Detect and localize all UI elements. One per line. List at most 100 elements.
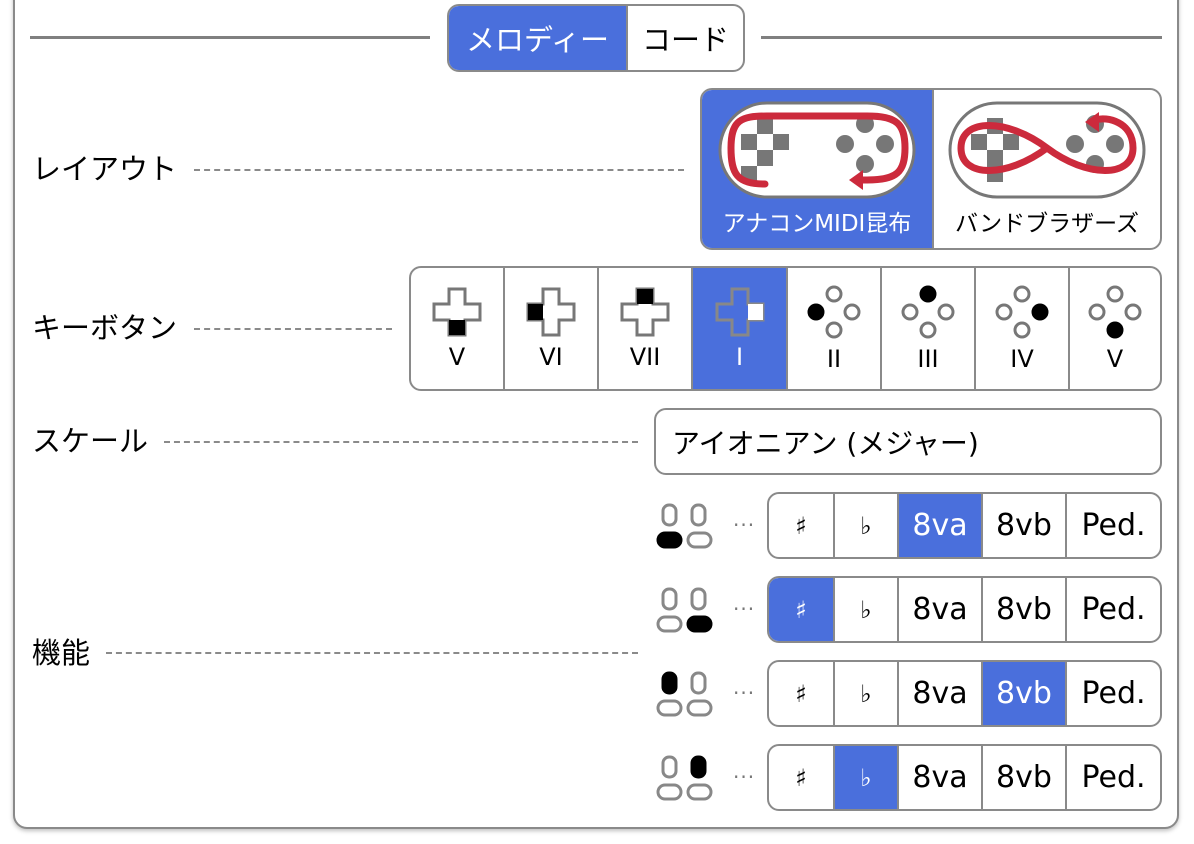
layout-selector: アナコンMIDI昆布 バンドブラザーズ <box>700 88 1162 250</box>
scale-select[interactable]: アイオニアン (メジャー) <box>654 408 1162 475</box>
function-sharp-button[interactable]: ♯ <box>769 662 835 725</box>
function-row-separator: ··· <box>733 513 756 537</box>
function-sharp-button[interactable]: ♯ <box>769 578 835 641</box>
function-8va-button[interactable]: 8va <box>899 578 983 641</box>
function-8va-button[interactable]: 8va <box>899 662 983 725</box>
shoulder-bottom-left-icon <box>656 503 713 549</box>
function-row-leader <box>106 652 638 654</box>
function-flat-button[interactable]: ♭ <box>835 578 899 641</box>
function-flat-label: ♭ <box>860 511 872 540</box>
key-button-label: III <box>917 344 939 373</box>
dpad-down-icon <box>432 287 482 336</box>
function-ped-label: Ped. <box>1081 508 1146 543</box>
layout-option-anacon-label: アナコンMIDI昆布 <box>722 211 912 237</box>
shoulder-bottom-right-icon <box>656 587 713 633</box>
function-flat-button[interactable]: ♭ <box>835 662 899 725</box>
function-8vb-button[interactable]: 8vb <box>983 662 1067 725</box>
key-button-face-bottom[interactable]: V <box>1070 268 1160 389</box>
function-ped-label: Ped. <box>1081 760 1146 795</box>
tab-melody[interactable]: メロディー <box>449 6 628 70</box>
function-8vb-label: 8vb <box>996 760 1052 795</box>
function-sharp-label: ♯ <box>795 679 807 708</box>
function-flat-label: ♭ <box>860 595 872 624</box>
function-8va-label: 8va <box>912 508 968 543</box>
key-button-label: VII <box>629 342 661 371</box>
keybutton-row-leader <box>194 328 392 330</box>
dpad-left-icon <box>526 287 576 336</box>
key-button-dpad-down[interactable]: V <box>411 268 505 389</box>
keybutton-row-label: キーボタン <box>32 311 178 345</box>
function-sharp-label: ♯ <box>795 511 807 540</box>
function-selector-2: ♯ ♭ 8va 8vb Ped. <box>767 576 1162 643</box>
function-selector-4: ♯ ♭ 8va 8vb Ped. <box>767 744 1162 811</box>
face-top-icon <box>901 285 955 338</box>
function-8va-label: 8va <box>912 760 968 795</box>
function-ped-button[interactable]: Ped. <box>1067 494 1160 557</box>
key-button-face-left[interactable]: II <box>788 268 882 389</box>
function-8vb-button[interactable]: 8vb <box>983 494 1067 557</box>
key-button-label: VI <box>539 342 563 371</box>
function-8vb-button[interactable]: 8vb <box>983 746 1067 809</box>
function-selector-1: ♯ ♭ 8va 8vb Ped. <box>767 492 1162 559</box>
layout-option-bandbros[interactable]: バンドブラザーズ <box>934 90 1160 248</box>
function-8va-button[interactable]: 8va <box>899 494 983 557</box>
dpad-right-icon <box>715 287 764 336</box>
function-flat-label: ♭ <box>860 679 872 708</box>
function-sharp-label: ♯ <box>795 595 807 624</box>
layout-row-label: レイアウト <box>32 152 178 186</box>
function-flat-button[interactable]: ♭ <box>835 494 899 557</box>
key-button-dpad-up[interactable]: VII <box>599 268 693 389</box>
function-row-separator: ··· <box>733 681 756 705</box>
tab-melody-label: メロディー <box>466 23 609 57</box>
face-right-icon <box>995 285 1049 338</box>
gamepad-loop-icon <box>718 101 916 199</box>
mode-tabs: メロディー コード <box>447 4 745 72</box>
scale-row-label: スケール <box>32 424 149 458</box>
function-8va-label: 8va <box>912 592 968 627</box>
key-button-label: II <box>826 344 842 373</box>
key-button-selector: V VI VII I II III IV V <box>409 266 1162 391</box>
gamepad-figure8-icon <box>948 101 1146 199</box>
key-button-dpad-right[interactable]: I <box>693 268 788 389</box>
header-divider-left <box>30 36 430 39</box>
key-button-face-top[interactable]: III <box>882 268 976 389</box>
dpad-up-icon <box>620 287 670 336</box>
scale-select-value: アイオニアン (メジャー) <box>672 426 979 460</box>
function-sharp-button[interactable]: ♯ <box>769 746 835 809</box>
function-row-separator: ··· <box>733 765 756 789</box>
layout-option-bandbros-label: バンドブラザーズ <box>955 211 1139 237</box>
function-8vb-label: 8vb <box>996 676 1052 711</box>
function-flat-label: ♭ <box>860 763 872 792</box>
function-8va-label: 8va <box>912 676 968 711</box>
function-ped-label: Ped. <box>1081 592 1146 627</box>
function-ped-button[interactable]: Ped. <box>1067 662 1160 725</box>
layout-option-anacon[interactable]: アナコンMIDI昆布 <box>702 90 934 248</box>
function-8vb-label: 8vb <box>996 508 1052 543</box>
tab-chord-label: コード <box>641 23 729 57</box>
tab-chord[interactable]: コード <box>628 6 743 70</box>
layout-row-leader <box>194 169 684 171</box>
key-button-label: IV <box>1010 344 1034 373</box>
scale-row-leader <box>164 441 638 443</box>
header-divider-right <box>761 36 1162 39</box>
key-button-label: V <box>448 342 466 371</box>
function-8vb-button[interactable]: 8vb <box>983 578 1067 641</box>
function-sharp-label: ♯ <box>795 763 807 792</box>
key-button-dpad-left[interactable]: VI <box>505 268 599 389</box>
function-row-separator: ··· <box>733 597 756 621</box>
function-ped-button[interactable]: Ped. <box>1067 578 1160 641</box>
function-ped-button[interactable]: Ped. <box>1067 746 1160 809</box>
function-sharp-button[interactable]: ♯ <box>769 494 835 557</box>
function-row-label: 機能 <box>32 636 91 670</box>
key-button-label: I <box>735 342 744 371</box>
function-8vb-label: 8vb <box>996 592 1052 627</box>
face-bottom-icon <box>1088 285 1142 338</box>
function-selector-3: ♯ ♭ 8va 8vb Ped. <box>767 660 1162 727</box>
key-button-face-right[interactable]: IV <box>976 268 1070 389</box>
shoulder-top-left-icon <box>656 671 713 717</box>
shoulder-top-right-icon <box>656 755 713 801</box>
key-button-label: V <box>1106 344 1124 373</box>
function-8va-button[interactable]: 8va <box>899 746 983 809</box>
function-flat-button[interactable]: ♭ <box>835 746 899 809</box>
face-left-icon <box>807 285 861 338</box>
